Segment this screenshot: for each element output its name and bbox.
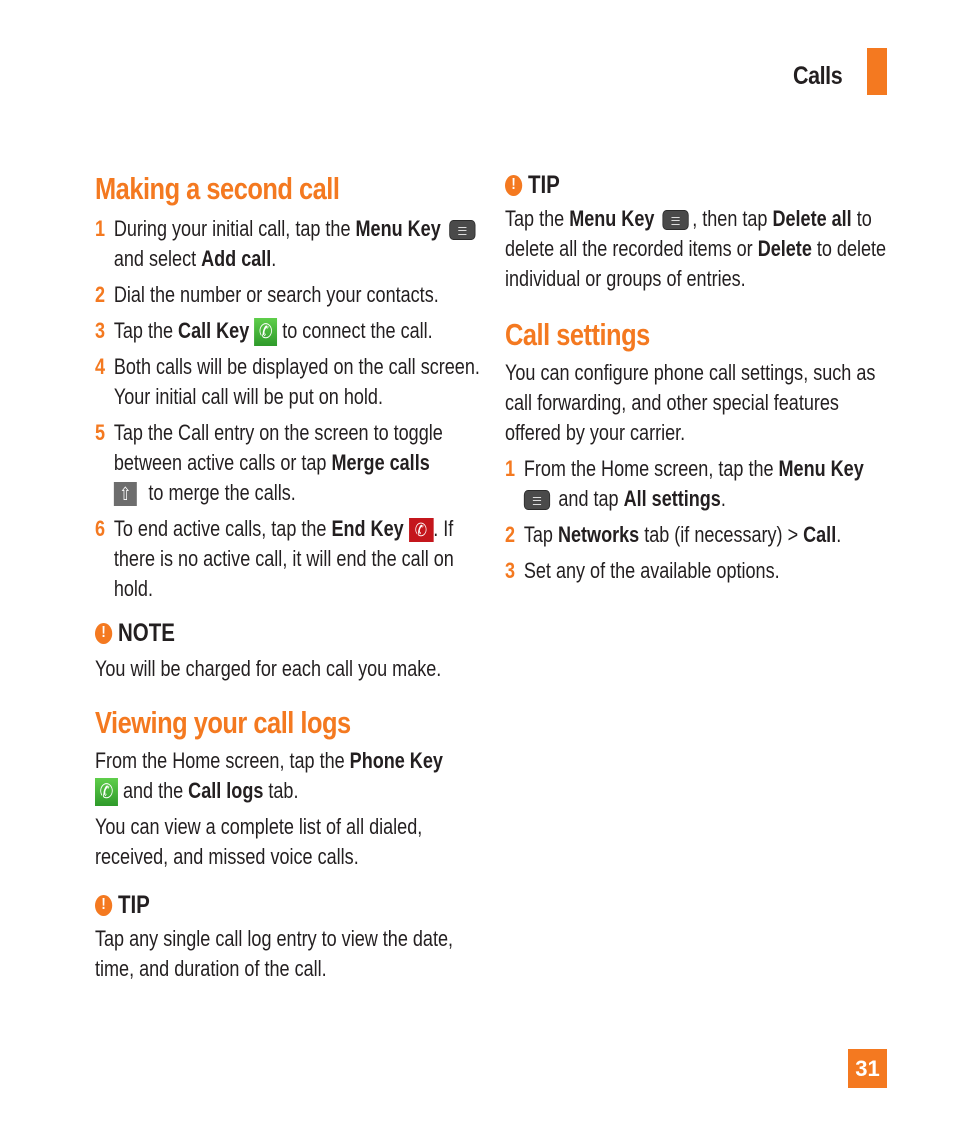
- heading-viewing-call-logs: Viewing your call logs: [95, 705, 351, 741]
- step-bold: Call: [803, 522, 837, 547]
- right-column: ! TIP Tap the Menu Key , then tap Delete…: [505, 170, 890, 586]
- exclamation-icon: !: [95, 622, 113, 644]
- settings-step-1: 1 From the Home screen, tap the Menu Key…: [505, 454, 890, 514]
- page-number: 31: [848, 1049, 887, 1088]
- step-text: Tap: [523, 522, 558, 547]
- call-key-icon: ✆: [254, 318, 278, 347]
- step-number: 2: [505, 522, 516, 547]
- phone-key-icon: ✆: [95, 778, 118, 807]
- step-bold: Merge calls: [331, 450, 430, 476]
- text: Tap the: [505, 206, 570, 231]
- bold-text: Menu Key: [569, 206, 655, 231]
- step-bold: Menu Key: [355, 216, 441, 241]
- step-bold: Add call: [201, 246, 272, 271]
- text: From the Home screen, tap the: [95, 748, 350, 774]
- step-bold: Call Key: [178, 318, 250, 343]
- step-4: 4 Both calls will be displayed on the ca…: [95, 352, 480, 412]
- step-text: and tap: [558, 486, 624, 511]
- note-heading: ! NOTE: [95, 618, 480, 648]
- end-key-icon: ✆: [408, 518, 434, 543]
- bold-text: Call logs: [188, 778, 264, 804]
- tip-text: Tap the Menu Key , then tap Delete all t…: [505, 204, 890, 294]
- section-tab-marker: [867, 48, 887, 95]
- heading-making-second-call: Making a second call: [95, 171, 340, 206]
- step-number: 6: [95, 516, 106, 542]
- step-2: 2 Dial the number or search your contact…: [95, 280, 480, 310]
- call-logs-paragraph-1: From the Home screen, tap the Phone Key …: [95, 746, 480, 807]
- step-number: 1: [95, 216, 106, 241]
- step-number: 3: [95, 318, 106, 343]
- settings-step-2: 2 Tap Networks tab (if necessary) > Call…: [505, 520, 890, 550]
- step-text: Both calls will be displayed on the call…: [113, 354, 480, 410]
- step-bold: Menu Key: [778, 456, 864, 481]
- step-number: 1: [505, 456, 516, 481]
- step-6: 6 To end active calls, tap the End Key ✆…: [95, 514, 480, 604]
- step-text: .: [720, 486, 726, 511]
- left-column: Making a second call 1 During your initi…: [95, 170, 480, 984]
- tip-heading: ! TIP: [505, 170, 890, 200]
- settings-step-3: 3 Set any of the available options.: [505, 556, 890, 586]
- step-text: From the Home screen, tap the: [523, 456, 779, 481]
- call-settings-intro: You can configure phone call settings, s…: [505, 360, 876, 445]
- step-text: To end active calls, tap the: [113, 516, 332, 542]
- step-number: 2: [95, 282, 106, 307]
- text: tab.: [263, 778, 299, 804]
- bold-text: Phone Key: [349, 748, 443, 774]
- merge-calls-icon: ⇧: [113, 482, 137, 507]
- step-bold: End Key: [331, 516, 404, 542]
- step-text: During your initial call, tap the: [113, 216, 356, 241]
- step-bold: Networks: [557, 522, 640, 547]
- note-text: You will be charged for each call you ma…: [95, 656, 442, 682]
- bold-text: Delete: [757, 236, 812, 261]
- menu-key-icon: [449, 220, 476, 241]
- step-text: to merge the calls.: [143, 480, 296, 506]
- step-number: 4: [95, 354, 106, 380]
- heading-call-settings: Call settings: [505, 317, 650, 352]
- exclamation-icon: !: [505, 174, 523, 196]
- bold-text: Delete all: [772, 206, 852, 231]
- tip-label: TIP: [527, 171, 560, 199]
- step-5: 5 Tap the Call entry on the screen to to…: [95, 418, 480, 508]
- tip-text: Tap any single call log entry to view th…: [95, 926, 454, 982]
- step-text: Tap the: [113, 318, 179, 343]
- tip-label: TIP: [117, 891, 150, 920]
- step-number: 3: [505, 558, 516, 583]
- text: , then tap: [692, 206, 773, 231]
- step-3: 3 Tap the Call Key ✆ to connect the call…: [95, 316, 480, 347]
- step-text: .: [271, 246, 277, 271]
- step-text: Set any of the available options.: [523, 558, 780, 583]
- exclamation-icon: !: [95, 894, 113, 916]
- step-text: .: [836, 522, 842, 547]
- menu-key-icon: [662, 210, 689, 231]
- step-number: 5: [95, 420, 106, 446]
- call-logs-paragraph-2: You can view a complete list of all dial…: [95, 814, 423, 870]
- text: and the: [122, 778, 189, 804]
- step-bold: All settings: [623, 486, 721, 511]
- step-text: to connect the call.: [277, 318, 433, 343]
- section-title: Calls: [793, 62, 843, 90]
- step-1: 1 During your initial call, tap the Menu…: [95, 214, 480, 274]
- note-label: NOTE: [117, 619, 175, 648]
- tip-heading: ! TIP: [95, 890, 480, 920]
- menu-key-icon: [523, 490, 551, 511]
- step-text: tab (if necessary) >: [639, 522, 804, 547]
- step-text: and select: [113, 246, 202, 271]
- step-text: Dial the number or search your contacts.: [113, 282, 439, 307]
